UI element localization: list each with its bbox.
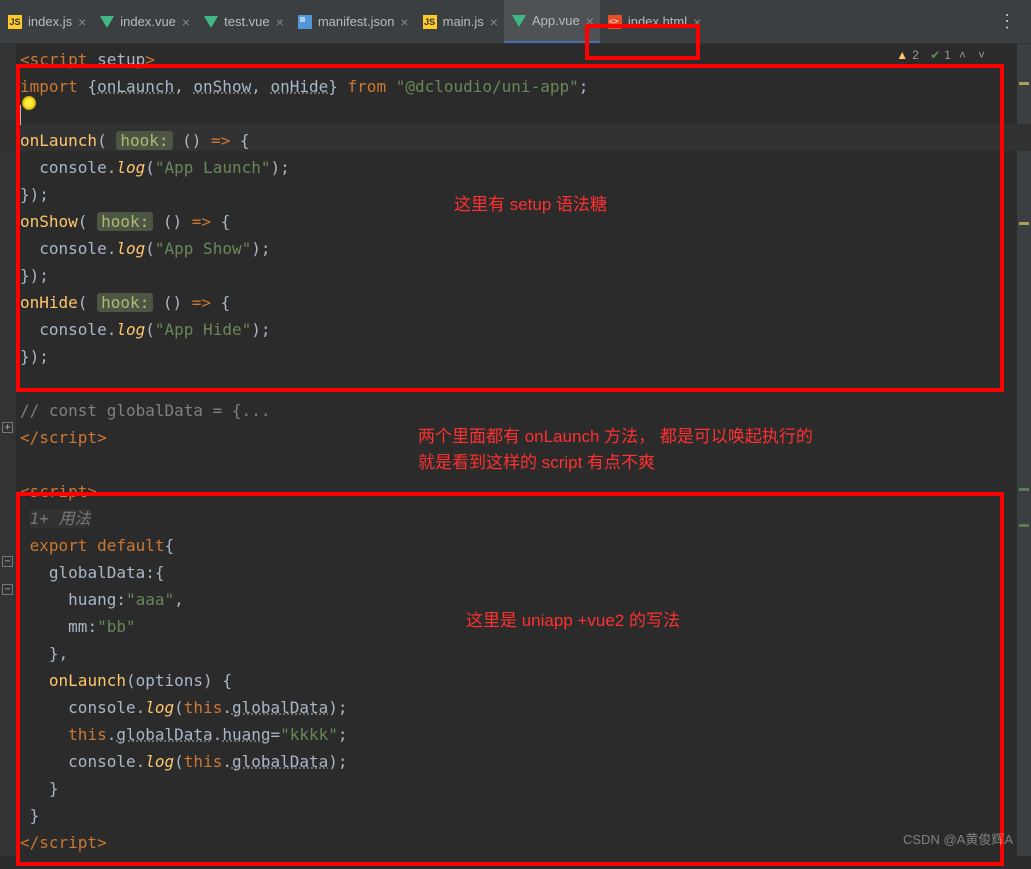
tab-label: main.js <box>443 14 484 29</box>
close-icon[interactable]: × <box>182 15 190 29</box>
close-icon[interactable]: × <box>490 15 498 29</box>
watermark: CSDN @A黄俊辉A <box>903 829 1013 848</box>
json-icon <box>298 15 312 29</box>
js-icon <box>423 15 437 29</box>
annotation-box <box>585 24 700 60</box>
vue-icon <box>100 16 114 28</box>
annotation-box <box>16 492 1004 866</box>
js-icon <box>8 15 22 29</box>
tab-label: index.js <box>28 14 72 29</box>
tab-manifest-json[interactable]: manifest.json × <box>290 0 415 43</box>
tab-test-vue[interactable]: test.vue × <box>196 0 290 43</box>
tab-main-js[interactable]: main.js × <box>415 0 504 43</box>
tab-index-js[interactable]: index.js × <box>0 0 92 43</box>
editor-tab-bar: index.js × index.vue × test.vue × manifest.… <box>0 0 1031 44</box>
tabs-overflow-menu[interactable]: ⋮ <box>998 11 1031 32</box>
tab-label: App.vue <box>532 13 580 28</box>
tab-label: index.vue <box>120 14 176 29</box>
tab-label: test.vue <box>224 14 270 29</box>
vue-icon <box>204 16 218 28</box>
tab-label: manifest.json <box>318 14 395 29</box>
tab-index-vue[interactable]: index.vue × <box>92 0 196 43</box>
close-icon[interactable]: × <box>78 15 86 29</box>
annotation-box <box>16 64 1004 392</box>
close-icon[interactable]: × <box>400 15 408 29</box>
vue-icon <box>512 15 526 27</box>
close-icon[interactable]: × <box>276 15 284 29</box>
